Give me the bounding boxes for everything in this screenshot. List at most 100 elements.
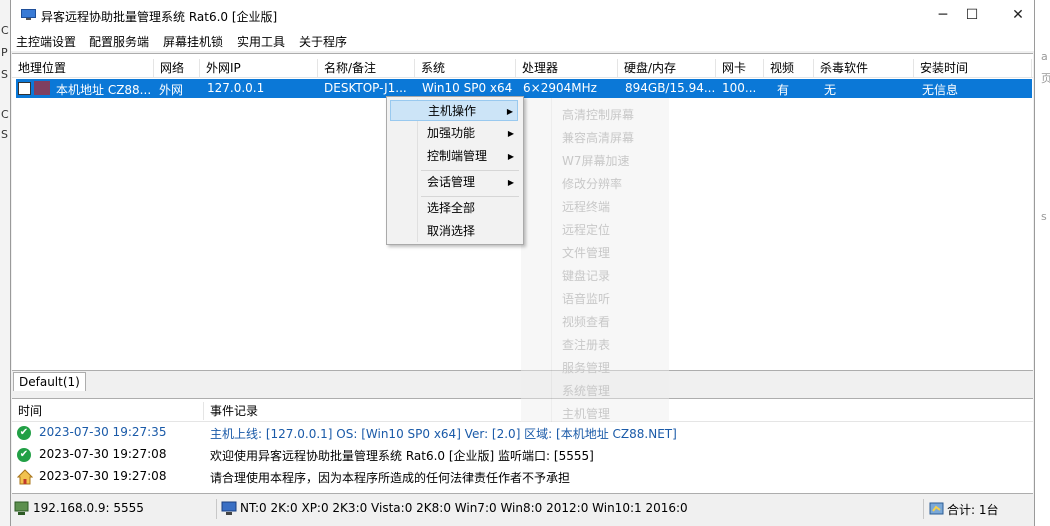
desktop-char: a bbox=[1041, 50, 1048, 63]
log-column-header[interactable]: 时间 bbox=[12, 402, 204, 420]
table-row[interactable]: 本机地址 CZ88... 外网 127.0.0.1 DESKTOP-J1... … bbox=[16, 79, 1032, 98]
desktop-letter: P bbox=[1, 46, 8, 59]
log-message: 主机上线: [127.0.0.1] OS: [Win10 SP0 x64] Ve… bbox=[210, 427, 677, 441]
app-window: 异客远程协助批量管理系统 Rat6.0 [企业版] ─ ☐ ✕ 主控端设置 配置… bbox=[10, 0, 1035, 526]
cell-install-time: 无信息 bbox=[922, 83, 959, 97]
column-header[interactable]: 网络 bbox=[154, 59, 200, 77]
submenu-item[interactable]: W7屏幕加速 bbox=[562, 152, 630, 169]
menu-item-controller-management[interactable]: 控制端管理 ▶ bbox=[390, 146, 518, 167]
menu-bar: 主控端设置 配置服务端 屏幕挂机锁 实用工具 关于程序 bbox=[11, 31, 1034, 51]
column-header[interactable]: 外网IP bbox=[200, 59, 318, 77]
chevron-right-icon: ▶ bbox=[506, 107, 513, 116]
column-header[interactable]: 地理位置 bbox=[12, 59, 154, 77]
check-icon: ✔ bbox=[17, 448, 31, 462]
row-checkbox[interactable] bbox=[18, 82, 31, 95]
cell-name: DESKTOP-J1... bbox=[324, 81, 407, 95]
status-divider bbox=[216, 499, 217, 519]
chevron-right-icon: ▶ bbox=[507, 129, 514, 138]
column-header[interactable]: 杀毒软件 bbox=[814, 59, 914, 77]
chevron-right-icon: ▶ bbox=[507, 178, 514, 187]
log-message: 请合理使用本程序，因为本程序所造成的任何法律责任作者不予承担 bbox=[210, 471, 571, 485]
menu-tools[interactable]: 实用工具 bbox=[237, 33, 285, 50]
network-icon bbox=[14, 501, 29, 515]
menu-item-select-all[interactable]: 选择全部 bbox=[390, 198, 518, 219]
menu-item-label: 加强功能 bbox=[427, 126, 476, 140]
cell-location: 本机地址 CZ88... bbox=[56, 83, 152, 97]
total-icon bbox=[929, 502, 944, 515]
os-counts: NT:0 2K:0 XP:0 2K3:0 Vista:0 2K8:0 Win7:… bbox=[240, 501, 688, 515]
log-time: 2023-07-30 19:27:35 bbox=[39, 425, 167, 439]
host-operations-submenu: 高清控制屏幕 兼容高清屏幕 W7屏幕加速 修改分辨率 远程终端 远程定位 文件管… bbox=[521, 98, 669, 422]
check-icon: ✔ bbox=[17, 426, 31, 440]
desktop-letter: C bbox=[1, 24, 9, 37]
menu-about[interactable]: 关于程序 bbox=[299, 33, 347, 50]
cell-nic: 100... bbox=[722, 81, 757, 95]
region-flag-icon bbox=[34, 81, 50, 95]
log-row[interactable]: ✔ 2023-07-30 19:27:35 主机上线: [127.0.0.1] … bbox=[12, 422, 1033, 444]
listen-address: 192.168.0.9: 5555 bbox=[33, 501, 144, 515]
menu-item-host-operations[interactable]: 主机操作 ▶ bbox=[390, 100, 518, 121]
log-row[interactable]: ✔ 2023-07-30 19:27:08 欢迎使用异客远程协助批量管理系统 R… bbox=[12, 444, 1033, 466]
menu-item-label: 选择全部 bbox=[427, 201, 476, 215]
menu-item-label: 取消选择 bbox=[427, 224, 476, 238]
submenu-gutter bbox=[551, 98, 552, 422]
submenu-item[interactable]: 高清控制屏幕 bbox=[562, 106, 634, 123]
monitor-icon bbox=[21, 9, 36, 20]
menu-separator bbox=[421, 170, 519, 171]
cell-ip: 127.0.0.1 bbox=[207, 81, 265, 95]
desktop-char: s bbox=[1041, 210, 1047, 223]
log-time: 2023-07-30 19:27:08 bbox=[39, 447, 167, 461]
cell-cpu: 6×2904MHz bbox=[523, 81, 597, 95]
close-button[interactable]: ✕ bbox=[995, 0, 1041, 31]
submenu-item[interactable]: 查注册表 bbox=[562, 336, 610, 353]
column-header[interactable]: 网卡 bbox=[716, 59, 764, 77]
submenu-item[interactable]: 远程终端 bbox=[562, 198, 610, 215]
log-row[interactable]: 2023-07-30 19:27:08 请合理使用本程序，因为本程序所造成的任何… bbox=[12, 466, 1033, 488]
desktop-letter: S bbox=[1, 128, 8, 141]
submenu-item[interactable]: 远程定位 bbox=[562, 221, 610, 238]
submenu-item[interactable]: 修改分辨率 bbox=[562, 175, 622, 192]
column-header[interactable]: 视频 bbox=[764, 59, 814, 77]
submenu-item[interactable]: 系统管理 bbox=[562, 382, 610, 399]
window-title: 异客远程协助批量管理系统 Rat6.0 [企业版] bbox=[41, 10, 278, 24]
menu-item-deselect[interactable]: 取消选择 bbox=[390, 221, 518, 242]
home-warning-icon bbox=[17, 469, 33, 485]
menu-item-enhanced-functions[interactable]: 加强功能 ▶ bbox=[390, 123, 518, 144]
cell-video: 有 bbox=[777, 83, 790, 97]
host-list-header: 地理位置 网络 外网IP 名称/备注 系统 处理器 硬盘/内存 网卡 视频 杀毒… bbox=[12, 56, 1033, 78]
submenu-item[interactable]: 视频查看 bbox=[562, 313, 610, 330]
submenu-item[interactable]: 文件管理 bbox=[562, 244, 610, 261]
desktop-char: 页 bbox=[1041, 72, 1050, 85]
menu-item-label: 会话管理 bbox=[427, 175, 476, 189]
menu-controller-settings[interactable]: 主控端设置 bbox=[16, 33, 76, 50]
chevron-right-icon: ▶ bbox=[507, 152, 514, 161]
log-time: 2023-07-30 19:27:08 bbox=[39, 469, 167, 483]
cell-disk-memory: 894GB/15.94... bbox=[625, 81, 716, 95]
submenu-item[interactable]: 服务管理 bbox=[562, 359, 610, 376]
submenu-item[interactable]: 语音监听 bbox=[562, 290, 610, 307]
desktop-letter: S bbox=[1, 68, 8, 81]
menu-item-label: 主机操作 bbox=[428, 104, 477, 118]
maximize-button[interactable]: ☐ bbox=[949, 0, 995, 31]
total-count: 合计: 1台 bbox=[947, 503, 999, 517]
submenu-item[interactable]: 键盘记录 bbox=[562, 267, 610, 284]
menu-item-label: 控制端管理 bbox=[427, 149, 488, 163]
menu-item-session-management[interactable]: 会话管理 ▶ bbox=[390, 172, 518, 193]
column-header[interactable]: 处理器 bbox=[516, 59, 618, 77]
column-header[interactable]: 硬盘/内存 bbox=[618, 59, 716, 77]
menu-separator bbox=[421, 196, 519, 197]
computer-icon bbox=[221, 501, 237, 515]
status-bar: 192.168.0.9: 5555 NT:0 2K:0 XP:0 2K3:0 V… bbox=[11, 496, 1034, 522]
cell-antivirus: 无 bbox=[824, 83, 837, 97]
column-header[interactable]: 系统 bbox=[415, 59, 516, 77]
menu-screen-lock[interactable]: 屏幕挂机锁 bbox=[163, 33, 223, 50]
column-header[interactable]: 名称/备注 bbox=[318, 59, 415, 77]
tab-default[interactable]: Default(1) bbox=[13, 372, 86, 391]
menu-configure-server[interactable]: 配置服务端 bbox=[89, 33, 149, 50]
column-header[interactable]: 安装时间 bbox=[914, 59, 1032, 77]
cell-network: 外网 bbox=[159, 83, 184, 97]
title-bar[interactable]: 异客远程协助批量管理系统 Rat6.0 [企业版] ─ ☐ ✕ bbox=[11, 0, 1034, 31]
submenu-item[interactable]: 主机管理 bbox=[562, 405, 610, 422]
status-divider bbox=[923, 499, 924, 519]
submenu-item[interactable]: 兼容高清屏幕 bbox=[562, 129, 634, 146]
